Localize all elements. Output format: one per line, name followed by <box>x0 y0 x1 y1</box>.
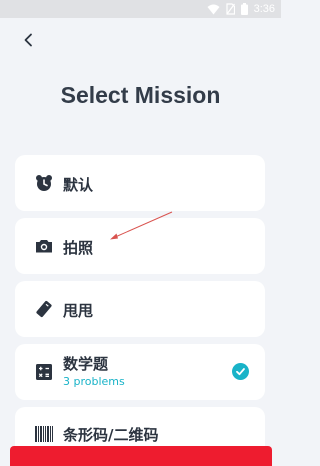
battery-icon <box>240 0 248 19</box>
calculator-icon <box>35 363 53 381</box>
mission-label: 甩甩 <box>63 302 94 320</box>
page-title: Select Mission <box>60 82 221 108</box>
bottom-action-button[interactable] <box>10 446 272 466</box>
mission-card-default[interactable]: 默认 <box>15 155 265 211</box>
mission-label: 数学题 <box>63 355 109 373</box>
mission-card-shake[interactable]: 甩甩 <box>15 281 265 337</box>
mission-card-photo[interactable]: 拍照 <box>15 218 265 274</box>
no-sim-icon <box>225 0 235 19</box>
wifi-icon <box>207 0 220 19</box>
mission-label: 拍照 <box>63 239 94 257</box>
barcode-icon <box>35 425 53 443</box>
mission-label: 条形码/二维码 <box>63 426 159 444</box>
mission-card-math[interactable]: 数学题 3 problems <box>15 344 265 400</box>
alarm-clock-icon <box>35 174 53 192</box>
checkmark-icon <box>232 363 249 380</box>
mission-label: 默认 <box>63 176 94 194</box>
mission-sublabel: 3 problems <box>63 375 125 388</box>
camera-icon <box>35 237 53 255</box>
back-button[interactable] <box>18 30 38 50</box>
chevron-left-icon <box>24 33 32 47</box>
status-bar: 3:36 <box>0 0 281 18</box>
status-time: 3:36 <box>253 3 275 15</box>
shake-phone-icon <box>35 300 53 318</box>
